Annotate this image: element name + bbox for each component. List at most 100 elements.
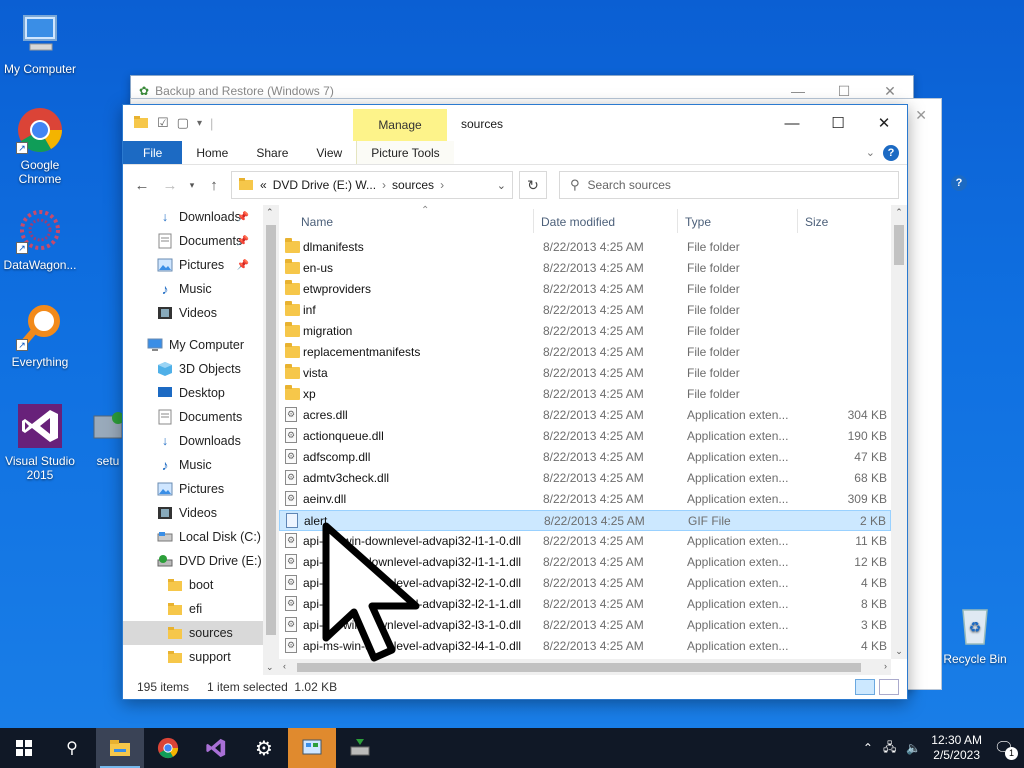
nav-item-dvd-drive-e-w[interactable]: DVD Drive (E:) W bbox=[123, 549, 277, 573]
nav-item-sources[interactable]: sources bbox=[123, 621, 263, 645]
address-bar[interactable]: « DVD Drive (E:) W... › sources › ⌄ bbox=[231, 171, 513, 199]
breadcrumb-overflow[interactable]: « bbox=[260, 178, 267, 192]
manage-context-tab[interactable]: Manage bbox=[353, 109, 447, 141]
nav-item-downloads[interactable]: ↓ Downloads bbox=[123, 429, 263, 453]
volume-icon[interactable]: 🔈 bbox=[906, 741, 921, 755]
properties-icon[interactable]: ☑ bbox=[157, 115, 169, 131]
minimize-button[interactable]: — bbox=[769, 105, 815, 141]
file-row[interactable]: en-us 8/22/2013 4:25 AM File folder bbox=[279, 258, 891, 279]
chevron-up-icon[interactable]: ⌃ bbox=[863, 741, 873, 755]
file-row[interactable]: admtv3check.dll 8/22/2013 4:25 AM Applicat… bbox=[279, 468, 891, 489]
search-button[interactable]: ⚲ bbox=[48, 728, 96, 768]
nav-scrollbar[interactable]: ⌃ ⌄ bbox=[263, 205, 279, 675]
nav-item-videos[interactable]: Videos bbox=[123, 301, 263, 325]
breadcrumb-separator[interactable]: › bbox=[382, 178, 386, 192]
back-arrow-icon[interactable]: ← bbox=[131, 177, 153, 194]
navigation-pane[interactable]: ↓ Downloads 📌 Documents 📌 Pictures 📌 ♪ Music Vide… bbox=[123, 205, 279, 675]
file-row[interactable]: adfscomp.dll 8/22/2013 4:25 AM Application… bbox=[279, 447, 891, 468]
nav-item-desktop[interactable]: Desktop bbox=[123, 381, 263, 405]
column-type[interactable]: Type bbox=[685, 215, 711, 229]
file-row[interactable]: vista 8/22/2013 4:25 AM File folder bbox=[279, 363, 891, 384]
file-explorer-window[interactable]: ☑ ▢ ▾ | Manage sources — ☐ ✕ File Home S… bbox=[122, 104, 908, 700]
help-icon[interactable]: ? bbox=[883, 144, 899, 161]
details-view-icon[interactable] bbox=[855, 679, 875, 695]
desktop-icon-my-computer[interactable]: My Computer bbox=[0, 10, 80, 76]
scroll-up-icon[interactable]: ⌃ bbox=[266, 207, 274, 218]
nav-item-support[interactable]: support bbox=[123, 645, 263, 669]
nav-item-3d-objects[interactable]: 3D Objects bbox=[123, 357, 263, 381]
search-input[interactable]: ⚲ Search sources bbox=[559, 171, 899, 199]
tab-share[interactable]: Share bbox=[242, 141, 302, 164]
expand-ribbon-icon[interactable]: ⌄ bbox=[866, 146, 875, 159]
new-folder-icon[interactable]: ▢ bbox=[177, 115, 189, 131]
file-row[interactable]: acres.dll 8/22/2013 4:25 AM Application ex… bbox=[279, 405, 891, 426]
tab-picture-tools[interactable]: Picture Tools bbox=[356, 141, 454, 164]
taskbar-backup-restore[interactable] bbox=[336, 728, 384, 768]
large-icons-view-icon[interactable] bbox=[879, 679, 899, 695]
desktop-icon-visual-studio[interactable]: Visual Studio 2015 bbox=[0, 402, 80, 482]
close-button[interactable]: ✕ bbox=[861, 105, 907, 141]
scroll-right-icon[interactable]: › bbox=[884, 661, 887, 671]
scroll-down-icon[interactable]: ⌄ bbox=[266, 662, 274, 673]
breadcrumb-folder[interactable]: sources bbox=[392, 178, 434, 192]
taskbar-visual-studio[interactable] bbox=[192, 728, 240, 768]
pin-icon[interactable]: 📌 bbox=[237, 212, 249, 223]
scroll-up-icon[interactable]: ⌃ bbox=[891, 207, 907, 218]
maximize-icon[interactable]: ☐ bbox=[821, 83, 867, 100]
desktop-icon-recycle-bin[interactable]: ♻ Recycle Bin bbox=[935, 600, 1015, 666]
nav-item-videos[interactable]: Videos bbox=[123, 501, 263, 525]
file-row[interactable]: migration 8/22/2013 4:25 AM File folder bbox=[279, 321, 891, 342]
file-row[interactable]: xp 8/22/2013 4:25 AM File folder bbox=[279, 384, 891, 405]
help-icon[interactable]: ? bbox=[951, 175, 967, 191]
desktop-icon-datawagon[interactable]: ↗ DataWagon... bbox=[0, 206, 80, 272]
close-icon[interactable]: ✕ bbox=[867, 83, 913, 100]
pin-icon[interactable]: 📌 bbox=[237, 236, 249, 247]
network-icon[interactable]: 🖧 bbox=[883, 738, 896, 759]
nav-item-pictures[interactable]: Pictures bbox=[123, 477, 263, 501]
scroll-left-icon[interactable]: ‹ bbox=[283, 661, 286, 671]
minimize-icon[interactable]: — bbox=[775, 83, 821, 100]
column-divider[interactable] bbox=[797, 209, 798, 233]
file-row[interactable]: dlmanifests 8/22/2013 4:25 AM File folder bbox=[279, 237, 891, 258]
nav-scrollbar-thumb[interactable] bbox=[266, 225, 276, 635]
file-row[interactable]: replacementmanifests 8/22/2013 4:25 AM Fil… bbox=[279, 342, 891, 363]
file-row[interactable]: aeinv.dll 8/22/2013 4:25 AM Application ex… bbox=[279, 489, 891, 510]
desktop-icon-chrome[interactable]: ↗ Google Chrome bbox=[0, 106, 80, 186]
maximize-button[interactable]: ☐ bbox=[815, 105, 861, 141]
nav-item-my-computer[interactable]: My Computer bbox=[123, 333, 263, 357]
nav-item-documents[interactable]: Documents 📌 bbox=[123, 229, 263, 253]
clock[interactable]: 12:30 AM 2/5/2023 bbox=[931, 733, 982, 763]
up-arrow-icon[interactable]: ↑ bbox=[203, 177, 225, 194]
pin-icon[interactable]: 📌 bbox=[237, 260, 249, 271]
file-list-vscrollbar[interactable]: ⌃ ⌄ bbox=[891, 205, 907, 659]
file-row[interactable]: inf 8/22/2013 4:25 AM File folder bbox=[279, 300, 891, 321]
nav-item-efi[interactable]: efi bbox=[123, 597, 263, 621]
column-divider[interactable] bbox=[677, 209, 678, 233]
taskbar-chrome[interactable] bbox=[144, 728, 192, 768]
taskbar-file-explorer[interactable] bbox=[96, 728, 144, 768]
nav-item-music[interactable]: ♪ Music bbox=[123, 453, 263, 477]
nav-item-documents[interactable]: Documents bbox=[123, 405, 263, 429]
scroll-down-icon[interactable]: ⌄ bbox=[891, 646, 907, 657]
nav-item-local-disk-c[interactable]: Local Disk (C:) bbox=[123, 525, 263, 549]
tab-view[interactable]: View bbox=[302, 141, 356, 164]
column-divider[interactable] bbox=[533, 209, 534, 233]
close-icon[interactable]: ✕ bbox=[915, 107, 927, 124]
breadcrumb-separator[interactable]: › bbox=[440, 178, 444, 192]
desktop-icon-everything[interactable]: ↗ Everything bbox=[0, 303, 80, 369]
forward-arrow-icon[interactable]: → bbox=[159, 177, 181, 194]
address-dropdown-icon[interactable]: ⌄ bbox=[497, 179, 506, 192]
column-size[interactable]: Size bbox=[805, 215, 828, 229]
chevron-down-icon[interactable]: ▾ bbox=[197, 118, 202, 129]
column-date[interactable]: Date modified bbox=[541, 215, 615, 229]
vscroll-thumb[interactable] bbox=[894, 225, 904, 265]
nav-item-pictures[interactable]: Pictures 📌 bbox=[123, 253, 263, 277]
nav-item-boot[interactable]: boot bbox=[123, 573, 263, 597]
notification-center-button[interactable]: 🗨 1 bbox=[992, 736, 1018, 760]
taskbar-control-panel[interactable] bbox=[288, 728, 336, 768]
column-name[interactable]: Name bbox=[301, 215, 333, 229]
nav-item-downloads[interactable]: ↓ Downloads 📌 bbox=[123, 205, 263, 229]
start-button[interactable] bbox=[0, 728, 48, 768]
tab-file[interactable]: File bbox=[123, 141, 183, 164]
file-row[interactable]: etwproviders 8/22/2013 4:25 AM File folder bbox=[279, 279, 891, 300]
